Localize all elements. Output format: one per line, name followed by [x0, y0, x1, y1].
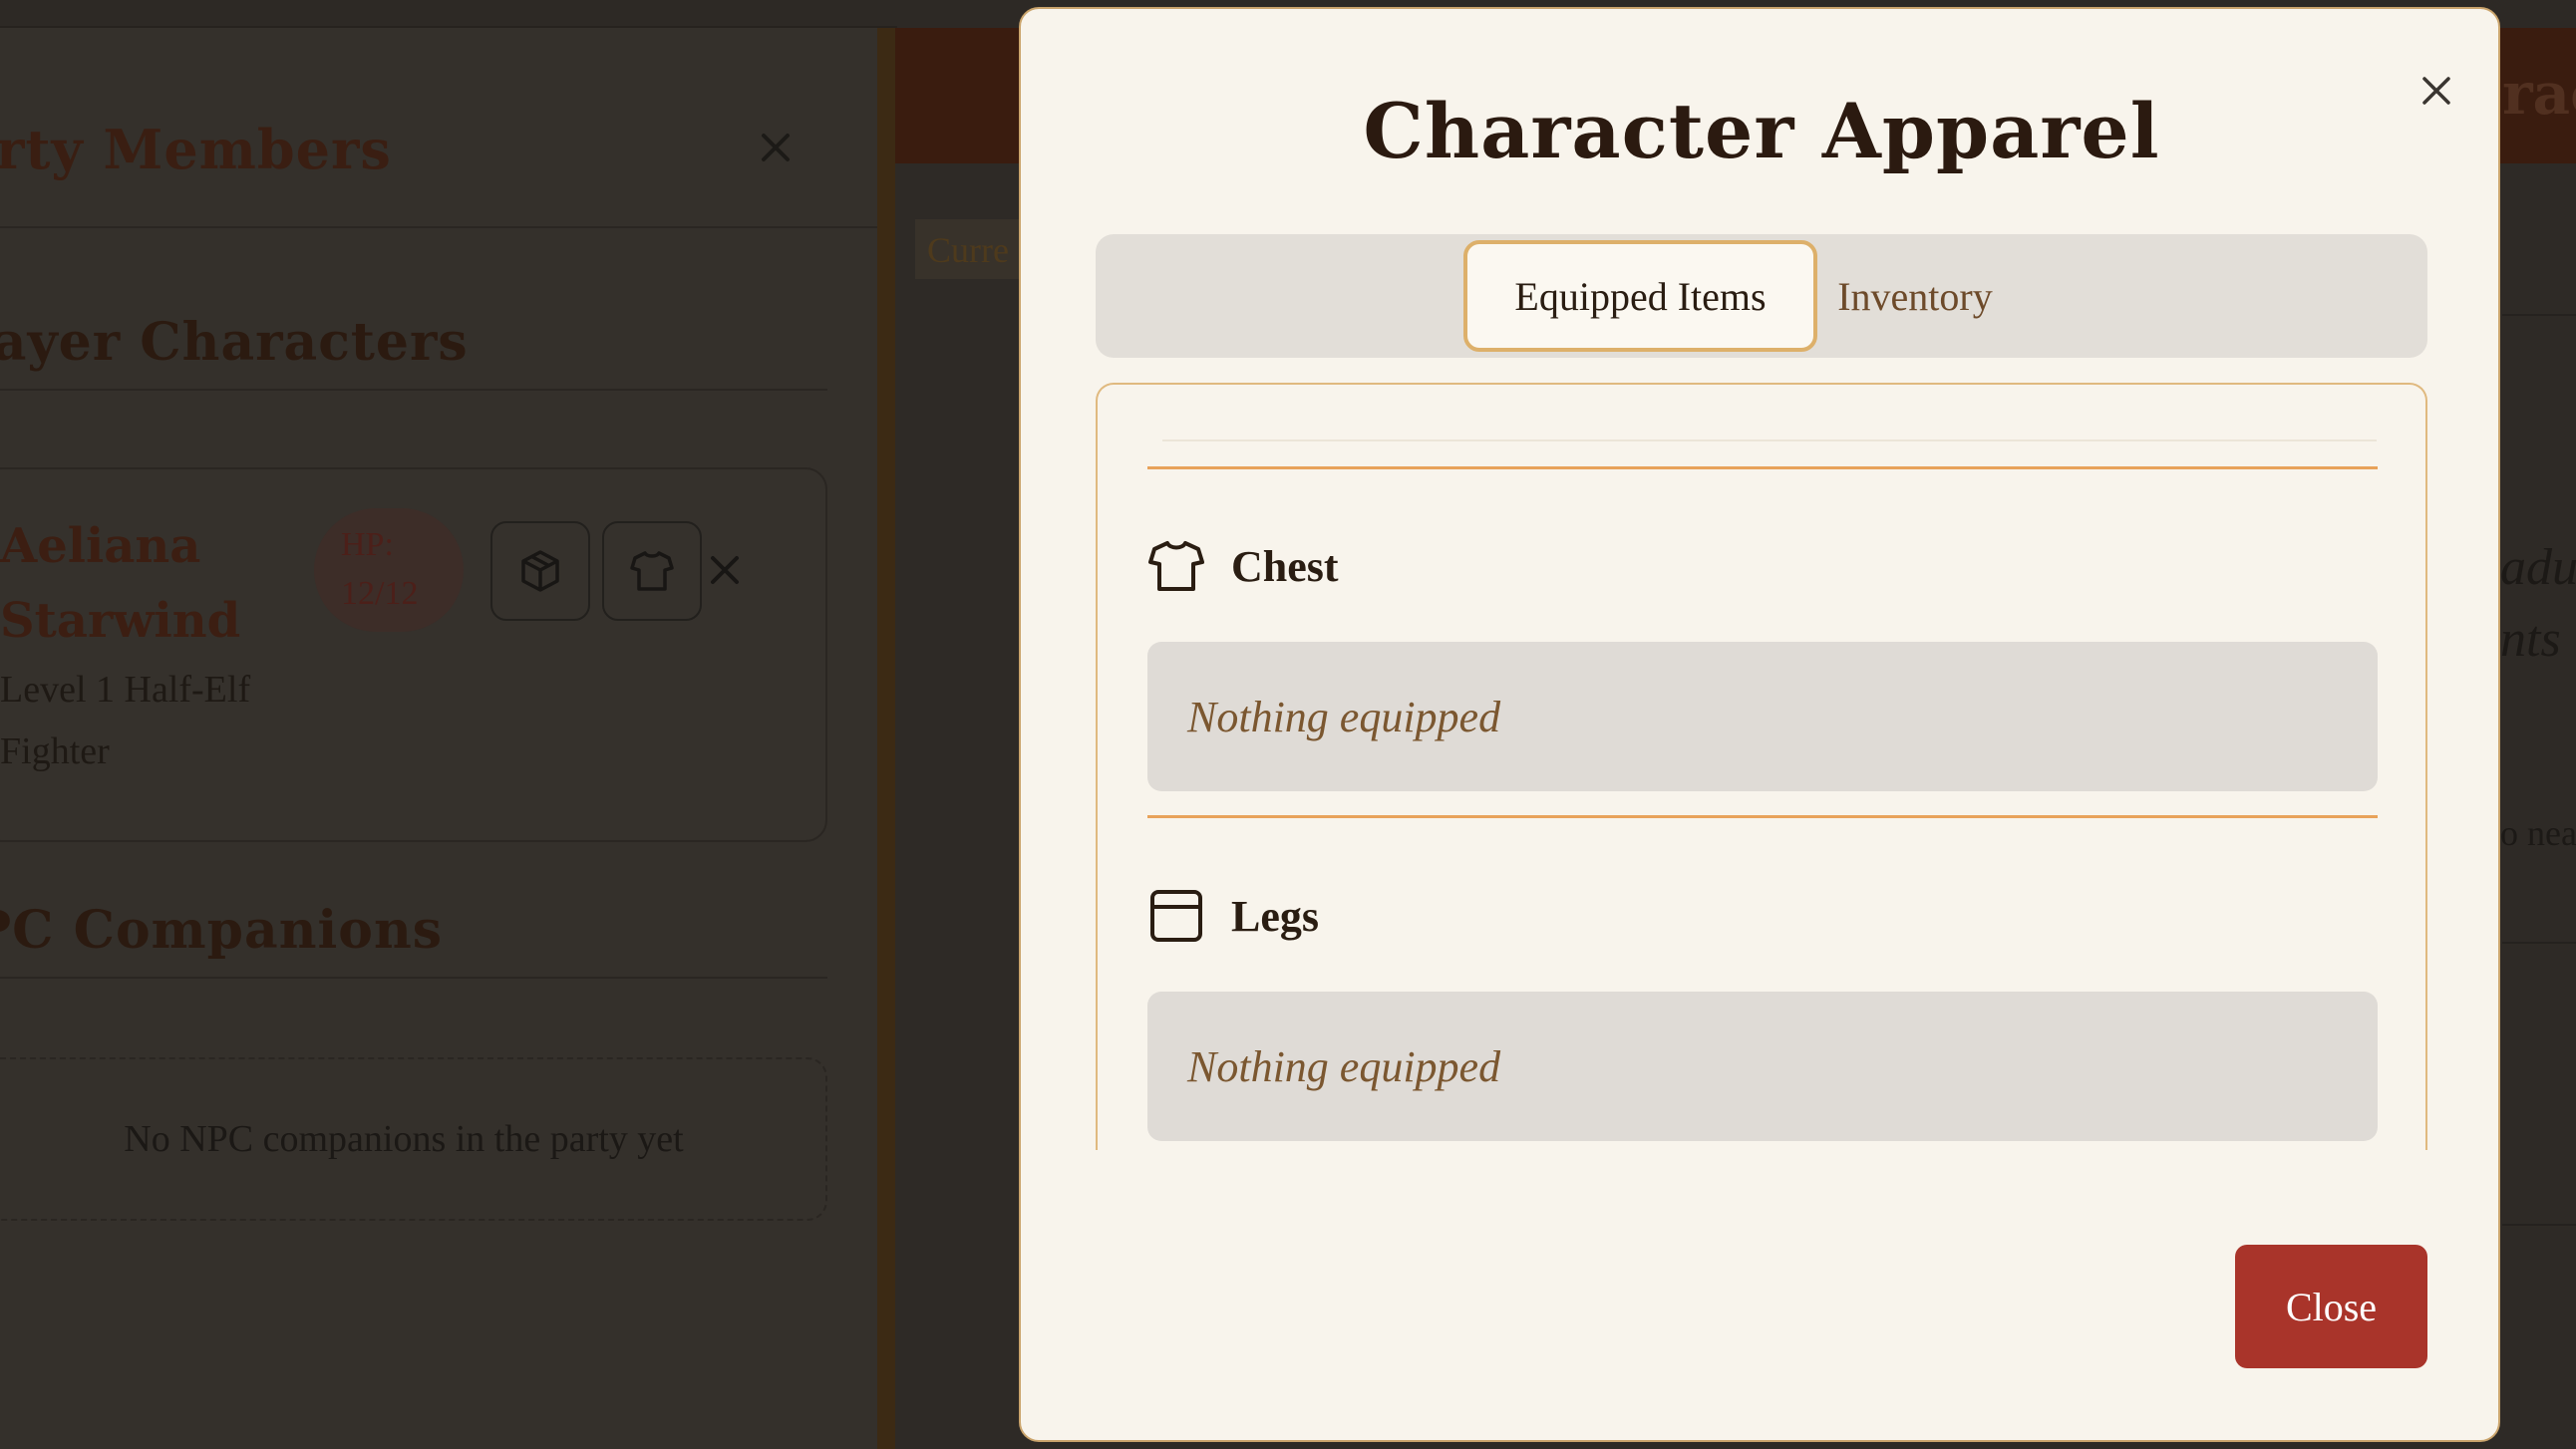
character-card[interactable]: Aeliana Starwind Level 1 Half-Elf Fighte… [0, 467, 827, 842]
text-fragment: adu [2500, 539, 2576, 596]
legs-slot-empty[interactable]: Nothing equipped [1147, 992, 2378, 1141]
character-meta: Level 1 Half-Elf Fighter [0, 669, 251, 772]
text-fragment: nts [2500, 611, 2561, 668]
divider [0, 389, 827, 391]
slot-chest-header: Chest [1147, 537, 1339, 595]
party-panel-title: arty Members [0, 118, 392, 181]
close-icon[interactable] [752, 124, 800, 171]
tab-inventory[interactable]: Inventory [1825, 240, 2005, 352]
hp-value: 12/12 [341, 575, 419, 612]
shirt-icon [630, 551, 674, 591]
apparel-button[interactable] [602, 521, 702, 621]
text-fragment: o nea [2500, 813, 2576, 853]
slot-label: Legs [1231, 891, 1319, 941]
tab-equipped-items[interactable]: Equipped Items [1463, 240, 1817, 352]
divider [1147, 815, 2378, 818]
main-title-fragment: rac [2502, 60, 2576, 128]
modal-title: Character Apparel [1363, 87, 2160, 175]
npc-empty-state: No NPC companions in the party yet [0, 1057, 827, 1221]
slot-legs-header: Legs [1147, 887, 1319, 945]
panel-scrollbar[interactable] [877, 28, 895, 1449]
player-characters-heading: layer Characters [0, 312, 469, 373]
tab-bar: Equipped Items Inventory [1096, 234, 2427, 358]
character-name: Aeliana Starwind [0, 518, 241, 649]
divider [0, 226, 877, 228]
divider [1147, 466, 2378, 469]
character-apparel-modal: Character Apparel Equipped Items Invento… [1019, 7, 2500, 1442]
close-button[interactable]: Close [2235, 1245, 2427, 1368]
divider [2502, 942, 2576, 944]
divider [0, 977, 827, 979]
hp-label: HP: [341, 526, 394, 563]
divider [1162, 439, 2377, 441]
pants-icon [1150, 890, 1202, 942]
divider [2502, 314, 2576, 316]
chest-slot-empty[interactable]: Nothing equipped [1147, 642, 2378, 791]
box-icon [521, 550, 559, 592]
close-icon[interactable] [2413, 67, 2460, 115]
slot-label: Chest [1231, 541, 1339, 591]
shirt-icon [1148, 541, 1204, 591]
divider [2502, 1224, 2576, 1226]
equipped-items-panel[interactable]: Chest Nothing equipped Legs Nothing equi… [1096, 383, 2427, 1150]
hp-badge: HP: 12/12 [314, 508, 464, 632]
npc-companions-heading: PC Companions [0, 900, 444, 961]
close-icon[interactable] [702, 547, 748, 593]
inventory-button[interactable] [490, 521, 590, 621]
party-members-panel: arty Members layer Characters Aeliana St… [0, 28, 877, 1449]
